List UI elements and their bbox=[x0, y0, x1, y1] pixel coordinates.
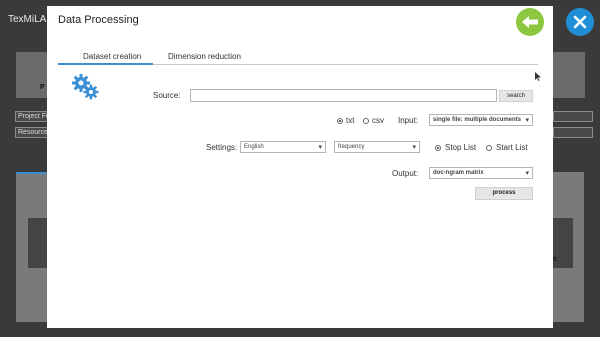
resource-field: Resource bbox=[15, 127, 48, 138]
language-select[interactable]: English ▾ bbox=[240, 141, 326, 153]
weighting-select[interactable]: frequency ▾ bbox=[334, 141, 420, 153]
source-label: Source: bbox=[153, 91, 181, 100]
start-list-label: Start List bbox=[496, 143, 528, 152]
screen: TexMiLAB P Project Fi Resource n Data Pr… bbox=[0, 0, 600, 337]
search-button[interactable]: search bbox=[499, 90, 533, 102]
gears-icon bbox=[71, 72, 101, 102]
app-dark-block-left bbox=[28, 218, 48, 268]
data-processing-dialog: Data Processing Dataset creation Dimensi… bbox=[47, 6, 553, 328]
chevron-down-icon: ▾ bbox=[412, 144, 416, 151]
settings-label: Settings: bbox=[206, 143, 238, 152]
app-tile-left-text: P bbox=[40, 84, 45, 91]
txt-radio[interactable] bbox=[337, 118, 343, 124]
language-value: English bbox=[244, 144, 264, 150]
output-value: doc-ngram matrix bbox=[433, 170, 484, 176]
tab-dataset-creation[interactable]: Dataset creation bbox=[83, 52, 141, 61]
app-tile-right bbox=[553, 52, 585, 98]
output-select[interactable]: doc-ngram matrix ▾ bbox=[429, 167, 533, 179]
close-button[interactable] bbox=[566, 8, 594, 36]
csv-radio[interactable] bbox=[363, 118, 369, 124]
chevron-down-icon: ▾ bbox=[525, 170, 529, 177]
weighting-value: frequency bbox=[338, 144, 365, 150]
tab-dimension-reduction[interactable]: Dimension reduction bbox=[168, 52, 241, 61]
mouse-cursor-icon bbox=[535, 72, 541, 81]
input-label: Input: bbox=[398, 116, 419, 125]
close-icon bbox=[566, 8, 594, 36]
stop-list-radio[interactable] bbox=[435, 145, 441, 151]
txt-label: txt bbox=[346, 116, 355, 125]
dialog-title: Data Processing bbox=[58, 14, 139, 26]
chevron-down-icon: ▾ bbox=[525, 117, 529, 124]
output-label: Output: bbox=[392, 169, 419, 178]
active-tab-indicator bbox=[58, 63, 153, 65]
app-tile-left bbox=[16, 52, 48, 98]
project-field: Project Fi bbox=[15, 111, 48, 122]
process-button[interactable]: process bbox=[475, 187, 533, 200]
right-field-2 bbox=[553, 127, 593, 138]
input-type-select[interactable]: single file: multiple documents ▾ bbox=[429, 114, 533, 126]
right-field-1 bbox=[553, 111, 593, 122]
input-type-value: single file: multiple documents bbox=[433, 117, 522, 123]
chevron-down-icon: ▾ bbox=[318, 144, 322, 151]
app-lower-accent bbox=[16, 172, 46, 174]
arrow-left-icon bbox=[516, 8, 544, 36]
source-input[interactable] bbox=[190, 89, 497, 102]
csv-label: csv bbox=[372, 116, 384, 125]
start-list-radio[interactable] bbox=[486, 145, 492, 151]
stop-list-label: Stop List bbox=[445, 143, 477, 152]
back-button[interactable] bbox=[516, 8, 544, 36]
